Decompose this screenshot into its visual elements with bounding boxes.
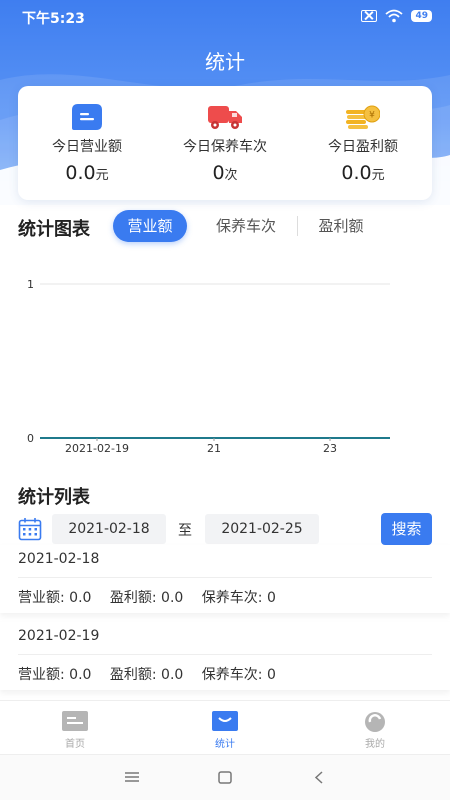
record-divider: [18, 654, 432, 655]
list-section-title: 统计列表: [18, 487, 90, 508]
coins-icon: ¥: [346, 105, 380, 129]
status-time: 下午5:23: [22, 11, 85, 27]
revenue-chart: 0 1 2021-02-19 21 23: [27, 278, 390, 455]
summary-revenue-label: 今日营业额: [52, 139, 122, 155]
record-revenue: 营业额: 0.0: [18, 667, 92, 683]
date-range-separator: 至: [178, 523, 192, 539]
nav-profile[interactable]: 我的: [300, 701, 450, 755]
record-stats: 营业额: 0.0 盈利额: 0.0 保养车次: 0: [18, 664, 290, 684]
record-revenue: 营业额: 0.0: [18, 590, 92, 606]
record-profit: 盈利额: 0.0: [109, 590, 184, 606]
chart-section-title: 统计图表: [18, 219, 90, 240]
nav-home-label: 首页: [65, 739, 85, 750]
nav-profile-label: 我的: [365, 739, 385, 750]
bottom-tab-bar: 首页 统计 我的: [0, 700, 450, 754]
battery-icon: 49: [411, 10, 432, 22]
summary-revenue-value: 0.0元: [65, 162, 109, 184]
tab-revenue[interactable]: 营业额: [113, 210, 187, 242]
home-square-icon[interactable]: [218, 771, 232, 784]
svg-text:¥: ¥: [369, 111, 375, 121]
record-services: 保养车次: 0: [201, 590, 276, 606]
summary-card: 今日营业额 0.0元 今日保养车次 0次 ¥ 今日盈利额 0.0元: [18, 86, 432, 200]
menu-icon[interactable]: [125, 771, 139, 783]
record-services: 保养车次: 0: [201, 667, 276, 683]
stats-icon: [212, 711, 238, 731]
record-profit: 盈利额: 0.0: [109, 667, 184, 683]
calendar-icon[interactable]: [18, 517, 42, 541]
status-icons: 49: [361, 9, 432, 23]
tab-divider: [297, 216, 298, 236]
tab-services[interactable]: 保养车次: [203, 210, 289, 242]
list-item[interactable]: 2021-02-18 营业额: 0.0 盈利额: 0.0 保养车次: 0: [0, 545, 450, 613]
profile-icon: [365, 712, 385, 732]
x-tick-label: 21: [207, 442, 221, 455]
y-tick-label: 1: [27, 278, 34, 291]
x-tick-label: 2021-02-19: [65, 442, 129, 455]
page-title: 统计: [205, 50, 245, 74]
system-navigation-bar: [0, 754, 450, 800]
truck-icon: [208, 106, 242, 129]
y-tick-label: 0: [27, 432, 34, 445]
status-bar: 下午5:23 49: [0, 0, 450, 34]
start-date-field[interactable]: 2021-02-18: [52, 514, 166, 544]
summary-services-value: 0次: [212, 162, 238, 184]
record-date: 2021-02-19: [18, 628, 100, 644]
end-date-field[interactable]: 2021-02-25: [205, 514, 319, 544]
home-icon: [62, 711, 88, 731]
summary-services-label: 今日保养车次: [183, 139, 267, 155]
record-stats: 营业额: 0.0 盈利额: 0.0 保养车次: 0: [18, 587, 290, 607]
nav-stats-label: 统计: [215, 739, 235, 750]
record-divider: [18, 577, 432, 578]
record-date: 2021-02-18: [18, 551, 100, 567]
x-tick-label: 23: [323, 442, 337, 455]
tab-profit[interactable]: 盈利额: [307, 210, 375, 242]
wifi-icon: [385, 9, 404, 23]
nav-stats[interactable]: 统计: [150, 701, 300, 755]
nav-home[interactable]: 首页: [0, 701, 150, 755]
no-sim-icon: [361, 10, 378, 22]
search-button[interactable]: 搜索: [381, 513, 432, 545]
revenue-icon: [72, 104, 102, 130]
list-item[interactable]: 2021-02-19 营业额: 0.0 盈利额: 0.0 保养车次: 0: [0, 622, 450, 690]
summary-profit-label: 今日盈利额: [328, 139, 398, 155]
back-icon[interactable]: [314, 771, 324, 784]
summary-profit-value: 0.0元: [341, 162, 385, 184]
